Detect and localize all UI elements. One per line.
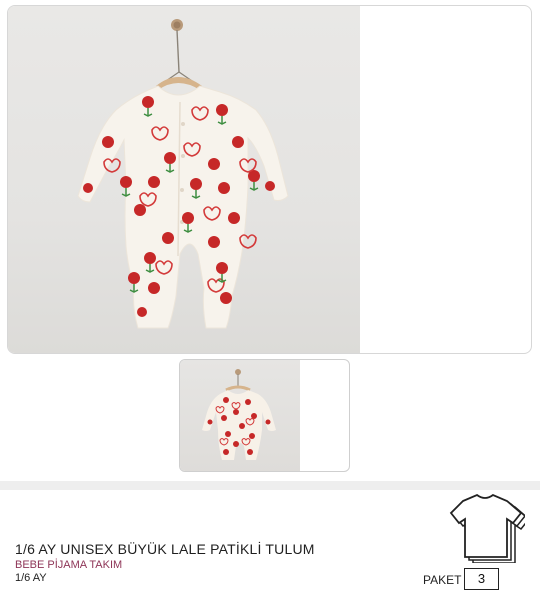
package-label: PAKET (423, 573, 462, 587)
product-size: 1/6 AY (15, 572, 47, 584)
section-divider (0, 481, 540, 490)
product-title: 1/6 AY UNISEX BÜYÜK LALE PATİKLİ TULUM (15, 541, 315, 557)
baby-onesie-thumbnail-icon (202, 369, 276, 460)
main-product-image[interactable] (7, 5, 532, 354)
product-category-link[interactable]: BEBE PİJAMA TAKIM (15, 559, 122, 571)
package-quantity-field[interactable]: 3 (464, 568, 499, 590)
thumbnail-image[interactable] (179, 359, 350, 472)
tshirt-stack-icon[interactable] (443, 493, 525, 563)
product-detail-page: 1/6 AY UNISEX BÜYÜK LALE PATİKLİ TULUM B… (0, 0, 540, 600)
baby-onesie-main-icon (77, 19, 289, 329)
